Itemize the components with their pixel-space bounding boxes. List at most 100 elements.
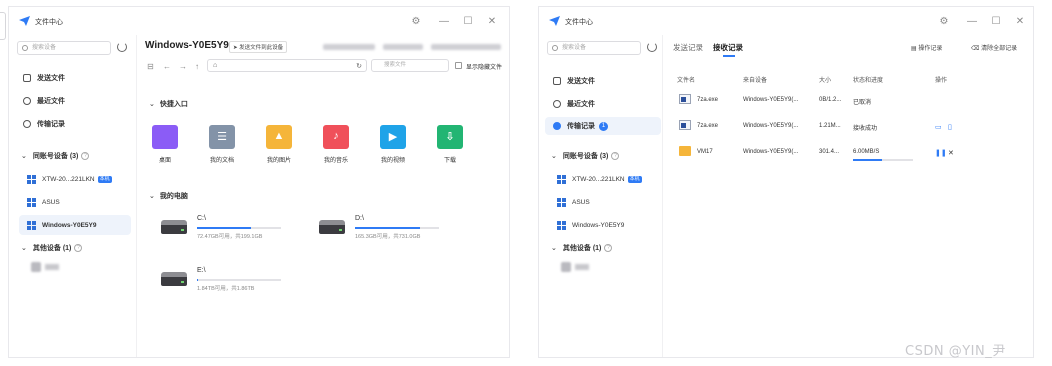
- pause-icon[interactable]: ❚❚: [935, 149, 947, 157]
- op-log-label: 操作记录: [918, 46, 943, 52]
- settings-gear-icon[interactable]: ⚙: [409, 14, 423, 28]
- device-item-asus[interactable]: ASUS: [549, 192, 661, 212]
- source-device: Windows-Y0E5Y9(...: [743, 149, 799, 155]
- path-bar[interactable]: ⌂ ↻: [207, 59, 367, 72]
- hard-drive-icon: [161, 220, 187, 234]
- file-search-input[interactable]: 搜索文件: [371, 59, 449, 72]
- open-folder-icon[interactable]: ▭: [935, 123, 942, 131]
- this-device-tag: 本机: [627, 175, 642, 183]
- transfer-status: 接收成功: [853, 126, 878, 132]
- transfer-row[interactable]: VM17 Windows-Y0E5Y9(... 301.4... 6.00MB/S ❚❚…: [663, 141, 1033, 163]
- windows-logo-icon: [27, 220, 36, 230]
- file-size: 0B/1.2...: [819, 97, 842, 103]
- watermark: CSDN @YIN_尹: [905, 344, 1006, 359]
- refresh-icon[interactable]: [117, 42, 127, 52]
- device-item-xtw[interactable]: XTW-20...221LKN 本机: [549, 169, 661, 189]
- nav-recent-files[interactable]: 最近文件: [545, 95, 661, 113]
- group-same-account[interactable]: ⌄ 同账号设备 (3) ?: [545, 148, 661, 164]
- col-header-source: 来自设备: [743, 78, 768, 84]
- app-title: 文件中心: [565, 19, 593, 26]
- nav-send-file[interactable]: 发送文件: [15, 69, 131, 87]
- device-item-xtw[interactable]: XTW-20...221LKN 本机: [19, 169, 131, 189]
- device-item-windows-y0e5y9[interactable]: Windows-Y0E5Y9: [19, 215, 131, 235]
- sidebar-toggle-icon[interactable]: ⊟: [147, 62, 154, 71]
- forward-arrow-icon[interactable]: →: [179, 62, 187, 71]
- chevron-down-icon: ⌄: [551, 245, 557, 252]
- group-other-devices[interactable]: ⌄ 其他设备 (1) ?: [545, 240, 661, 256]
- back-arrow-icon[interactable]: ←: [163, 62, 171, 71]
- device-search-input[interactable]: 搜索设备: [547, 41, 641, 55]
- quick-access-header[interactable]: ⌄ 快捷入口: [149, 99, 188, 109]
- transfer-records-main: 发送记录 接收记录 ▤ 操作记录 ⌫ 清除全部记录 文件名 来自设备 大小 状态…: [663, 35, 1033, 357]
- clock-icon: [23, 97, 31, 105]
- drive-usage-bar: [197, 227, 281, 229]
- close-button[interactable]: ✕: [485, 14, 499, 28]
- drive-usage-bar: [197, 279, 281, 281]
- refresh-icon[interactable]: ↻: [356, 62, 362, 70]
- app-logo-icon: [549, 16, 560, 26]
- device-item-windows-y0e5y9[interactable]: Windows-Y0E5Y9: [549, 215, 661, 235]
- hard-drive-icon: [161, 272, 187, 286]
- device-search-input[interactable]: 搜索设备: [17, 41, 111, 55]
- show-hidden-checkbox[interactable]: [455, 62, 462, 69]
- device-name: XTW-20...221LKN: [572, 175, 625, 183]
- close-button[interactable]: ✕: [1013, 14, 1027, 28]
- help-icon[interactable]: ?: [611, 152, 620, 160]
- quick-access-item[interactable]: ♪ 我的音乐: [316, 125, 356, 164]
- tab-receive-records[interactable]: 接收记录: [713, 42, 743, 53]
- minimize-button[interactable]: —: [965, 14, 979, 28]
- transfer-row[interactable]: 7za.exe Windows-Y0E5Y9(... 1.21M... 接收成功 ▭ ▯: [663, 115, 1033, 137]
- send-file-to-device-button[interactable]: ➤ 发送文件到此设备: [229, 41, 288, 53]
- quick-access-item[interactable]: ⇩ 下载: [430, 125, 470, 164]
- exe-file-icon: [679, 94, 691, 104]
- drive-item[interactable]: D:\ 165.3GB可用，共731.0GB: [319, 211, 469, 241]
- col-header-size: 大小: [819, 78, 832, 84]
- explorer-main: Windows-Y0E5Y9 ➤ 发送文件到此设备 ⊟ ← → ↑ ⌂ ↻ 搜索…: [137, 35, 509, 357]
- refresh-icon[interactable]: [647, 42, 657, 52]
- drive-space-info: 165.3GB可用，共731.0GB: [355, 234, 421, 240]
- tab-send-records[interactable]: 发送记录: [673, 42, 703, 53]
- quick-access-label: 我的视频: [380, 158, 405, 164]
- help-icon[interactable]: ?: [604, 244, 613, 252]
- help-icon[interactable]: ?: [81, 152, 90, 160]
- open-file-icon[interactable]: ▯: [948, 123, 952, 131]
- device-name: ASUS: [572, 198, 590, 206]
- nav-send-file[interactable]: 发送文件: [545, 72, 661, 90]
- quick-access-item[interactable]: ☰ 我的文档: [202, 125, 242, 164]
- group-label: 同账号设备 (3): [32, 153, 79, 160]
- nav-transfer-records[interactable]: 传输记录 1: [545, 117, 661, 135]
- maximize-button[interactable]: ☐: [461, 14, 475, 28]
- my-computer-header[interactable]: ⌄ 我的电脑: [149, 191, 188, 201]
- quick-access-item[interactable]: 桌面: [145, 125, 185, 164]
- help-icon[interactable]: ?: [74, 244, 83, 252]
- chevron-down-icon: ⌄: [551, 153, 557, 160]
- file-search-placeholder: 搜索文件: [384, 62, 407, 68]
- app-logo-icon: [19, 16, 30, 26]
- up-arrow-icon[interactable]: ↑: [195, 62, 199, 71]
- cancel-icon[interactable]: ✕: [948, 149, 954, 157]
- transfer-row[interactable]: 7za.exe Windows-Y0E5Y9(... 0B/1.2... 已取消: [663, 89, 1033, 111]
- file-name: 7za.exe: [697, 123, 719, 129]
- nav-transfer-records[interactable]: 传输记录: [15, 115, 131, 133]
- maximize-button[interactable]: ☐: [989, 14, 1003, 28]
- drive-name: E:\: [197, 267, 206, 274]
- quick-access-item[interactable]: ▶ 我的视频: [373, 125, 413, 164]
- blurred-device-item[interactable]: [31, 261, 71, 273]
- drive-space-info: 72.47GB可用，共199.1GB: [197, 234, 263, 240]
- minimize-button[interactable]: —: [437, 14, 451, 28]
- operation-log-button[interactable]: ▤ 操作记录: [911, 43, 942, 52]
- quick-access-label: 我的图片: [266, 158, 291, 164]
- clear-all-records-button[interactable]: ⌫ 清除全部记录: [971, 43, 1017, 52]
- nav-recent-files[interactable]: 最近文件: [15, 92, 131, 110]
- group-other-devices[interactable]: ⌄ 其他设备 (1) ?: [15, 240, 131, 256]
- source-device: Windows-Y0E5Y9(...: [743, 123, 799, 129]
- unread-badge: 1: [599, 121, 608, 131]
- device-item-asus[interactable]: ASUS: [19, 192, 131, 212]
- quick-access-item[interactable]: ▲ 我的图片: [259, 125, 299, 164]
- blurred-device-item[interactable]: [561, 261, 601, 273]
- drive-item[interactable]: E:\ 1.84TB可用，共1.86TB: [161, 263, 311, 293]
- drive-item[interactable]: C:\ 72.47GB可用，共199.1GB: [161, 211, 311, 241]
- group-same-account[interactable]: ⌄ 同账号设备 (3) ?: [15, 148, 131, 164]
- settings-gear-icon[interactable]: ⚙: [937, 14, 951, 28]
- home-icon[interactable]: ⌂: [213, 62, 217, 69]
